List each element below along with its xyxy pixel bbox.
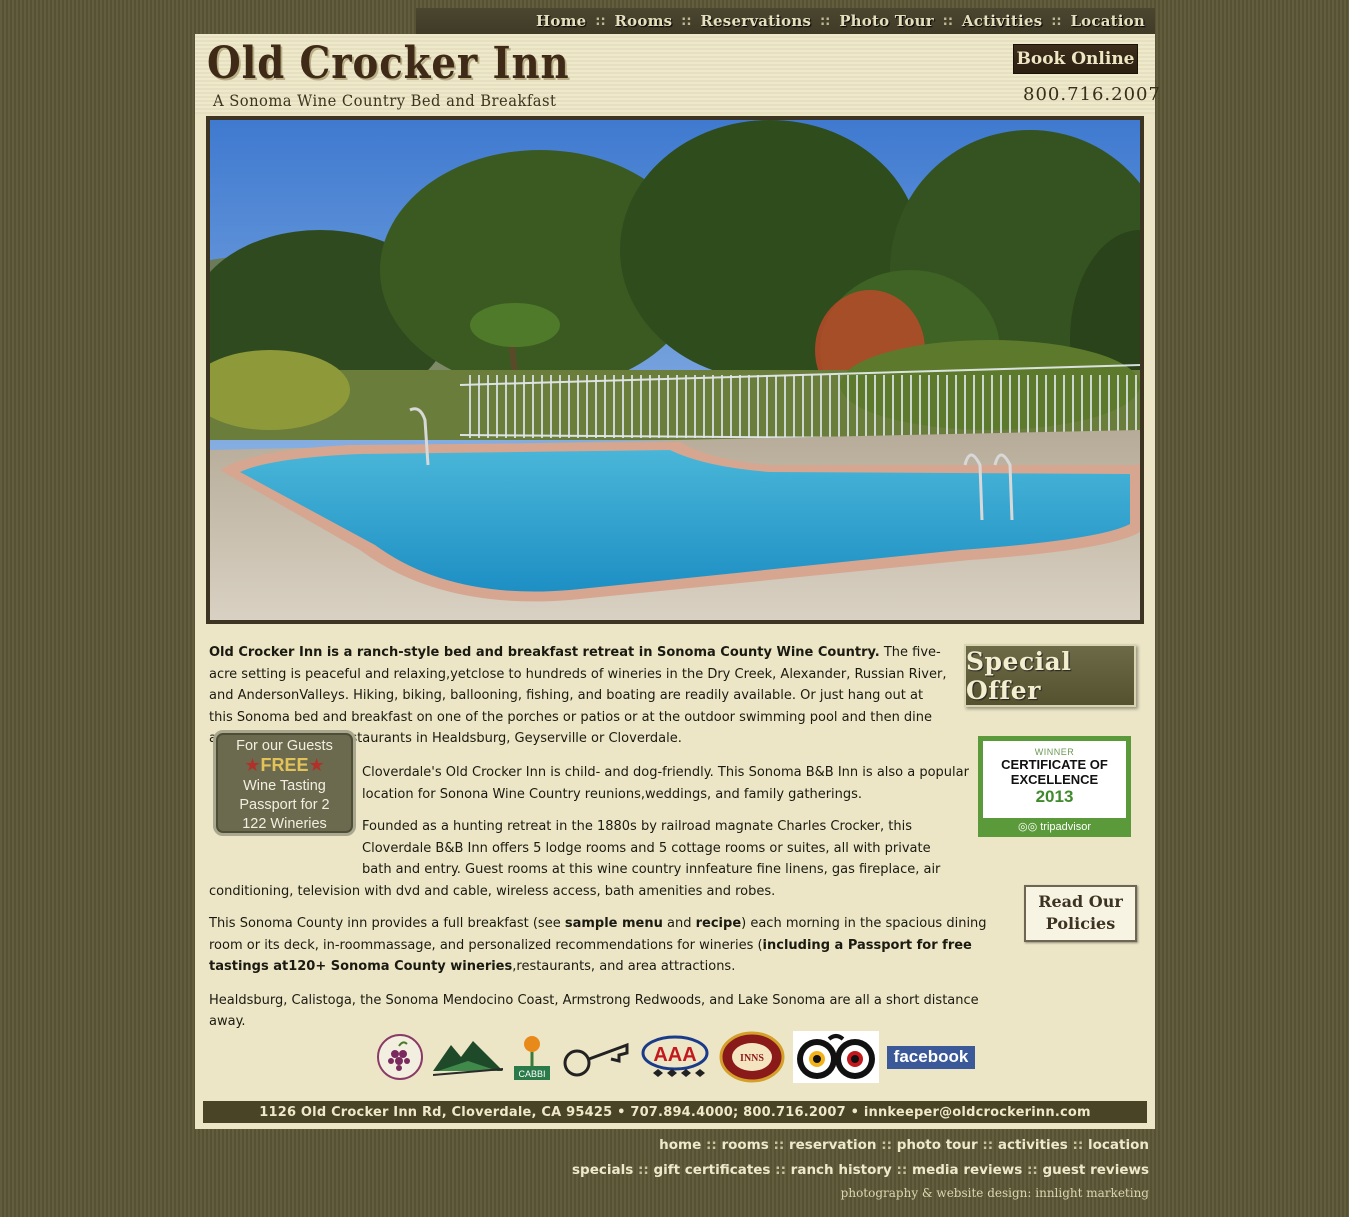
tripadvisor-winner-label: WINNER — [1034, 747, 1075, 757]
russian-river-wine-road-logo[interactable] — [375, 1032, 425, 1082]
nearby-paragraph: Healdsburg, Calistoga, the Sonoma Mendoc… — [209, 992, 979, 1030]
footer-link-ranch-history[interactable]: ranch history — [791, 1162, 892, 1178]
site-header: Old Crocker Inn A Sonoma Wine Country Be… — [195, 34, 1160, 114]
nav-rooms[interactable]: Rooms — [615, 12, 673, 30]
wine-country-inns-logo[interactable]: INNS — [719, 1031, 785, 1083]
footer-link-guest-reviews[interactable]: guest reviews — [1042, 1162, 1149, 1178]
nav-separator: :: — [595, 13, 606, 29]
sample-menu-link[interactable]: sample menu — [565, 916, 663, 931]
footer-link-home[interactable]: home — [659, 1137, 701, 1153]
footer-link-location[interactable]: location — [1088, 1137, 1149, 1153]
grape-icon — [377, 1034, 423, 1080]
poppy-icon: CABBI — [514, 1036, 550, 1080]
nav-location[interactable]: Location — [1070, 12, 1145, 30]
footer-link-gift-certificates[interactable]: gift certificates — [653, 1162, 770, 1178]
float-spacer — [209, 816, 362, 860]
mountain-icon — [433, 1041, 503, 1076]
history-block: Founded as a hunting retreat in the 1880… — [209, 816, 1009, 902]
breakfast-text-a: This Sonoma County inn provides a full b… — [209, 916, 565, 931]
svg-text:INNS: INNS — [740, 1053, 764, 1064]
tripadvisor-brand: tripadvisor — [1040, 821, 1091, 833]
nav-home[interactable]: Home — [536, 12, 586, 30]
tripadvisor-owl-logo[interactable] — [793, 1031, 879, 1083]
owl-icon: ◎◎ — [1017, 821, 1038, 833]
cabbi-label: CABBI — [518, 1069, 545, 1079]
footer-row-2: specials :: gift certificates :: ranch h… — [572, 1162, 1149, 1178]
site-tagline: A Sonoma Wine Country Bed and Breakfast — [213, 91, 557, 110]
nav-activities[interactable]: Activities — [962, 12, 1042, 30]
read-policies-button[interactable]: Read Our Policies — [1024, 885, 1137, 942]
address-bar: 1126 Old Crocker Inn Rd, Cloverdale, CA … — [203, 1101, 1147, 1123]
pool-photo-icon — [210, 120, 1140, 620]
main-panel: Old Crocker Inn A Sonoma Wine Country Be… — [195, 34, 1160, 1129]
aaa-label: AAA — [653, 1044, 696, 1066]
header-phone: 800.716.2007 — [1023, 84, 1161, 105]
policies-line2: Policies — [1045, 914, 1116, 933]
footer-link-photo-tour[interactable]: photo tour — [897, 1137, 978, 1153]
nav-reservations[interactable]: Reservations — [700, 12, 811, 30]
footer-link-activities[interactable]: activities — [998, 1137, 1068, 1153]
footer-link-media-reviews[interactable]: media reviews — [912, 1162, 1022, 1178]
footer-links: home :: rooms :: reservation :: photo to… — [572, 1133, 1149, 1183]
family-paragraph: Cloverdale's Old Crocker Inn is child- a… — [362, 765, 969, 802]
cabbi-logo[interactable]: CABBI — [511, 1032, 553, 1082]
nav-separator: :: — [819, 13, 831, 29]
hero-photo — [206, 116, 1144, 624]
owl-icon — [793, 1031, 879, 1083]
badge-line1: For our Guests — [236, 738, 333, 754]
nav-separator: :: — [681, 13, 692, 29]
breakfast-text-d: ,restaurants, and area attractions. — [512, 959, 736, 974]
key-icon — [563, 1042, 629, 1077]
aaa-diamonds-icon: AAA — [641, 1035, 709, 1077]
footer-link-rooms[interactable]: rooms — [721, 1137, 768, 1153]
breakfast-block: This Sonoma County inn provides a full b… — [209, 913, 1009, 1033]
footer-link-specials[interactable]: specials — [572, 1162, 633, 1178]
book-online-button[interactable]: Book Online — [1013, 44, 1138, 74]
intro-bold: Old Crocker Inn is a ranch-style bed and… — [209, 645, 880, 660]
footer-row-1: home :: rooms :: reservation :: photo to… — [659, 1137, 1149, 1153]
top-nav: Home :: Rooms :: Reservations :: Photo T… — [416, 8, 1155, 34]
breakfast-paragraph: This Sonoma County inn provides a full b… — [209, 913, 1009, 978]
aaa-logo[interactable]: AAA — [639, 1033, 711, 1081]
design-credit[interactable]: photography & website design: innlight m… — [841, 1186, 1149, 1200]
recipe-link[interactable]: recipe — [696, 916, 742, 931]
special-offer-button[interactable]: Special Offer — [964, 644, 1136, 707]
content-body: Cloverdale's Old Crocker Inn is child- a… — [209, 762, 1009, 817]
wine-country-inns-icon: INNS — [719, 1031, 785, 1083]
key-logo[interactable] — [561, 1035, 631, 1079]
mountain-logo[interactable] — [433, 1035, 503, 1079]
nav-photo-tour[interactable]: Photo Tour — [839, 12, 934, 30]
facebook-logo-button[interactable]: facebook — [887, 1045, 975, 1069]
breakfast-text-b: and — [662, 916, 696, 931]
site-title[interactable]: Old Crocker Inn — [207, 38, 570, 89]
affiliation-logos: CABBI AAA INNS facebook — [375, 1029, 975, 1085]
policies-line1: Read Our — [1038, 892, 1123, 911]
footer-link-reservation[interactable]: reservation — [789, 1137, 877, 1153]
nav-separator: :: — [942, 13, 954, 29]
nav-separator: :: — [1051, 13, 1062, 29]
